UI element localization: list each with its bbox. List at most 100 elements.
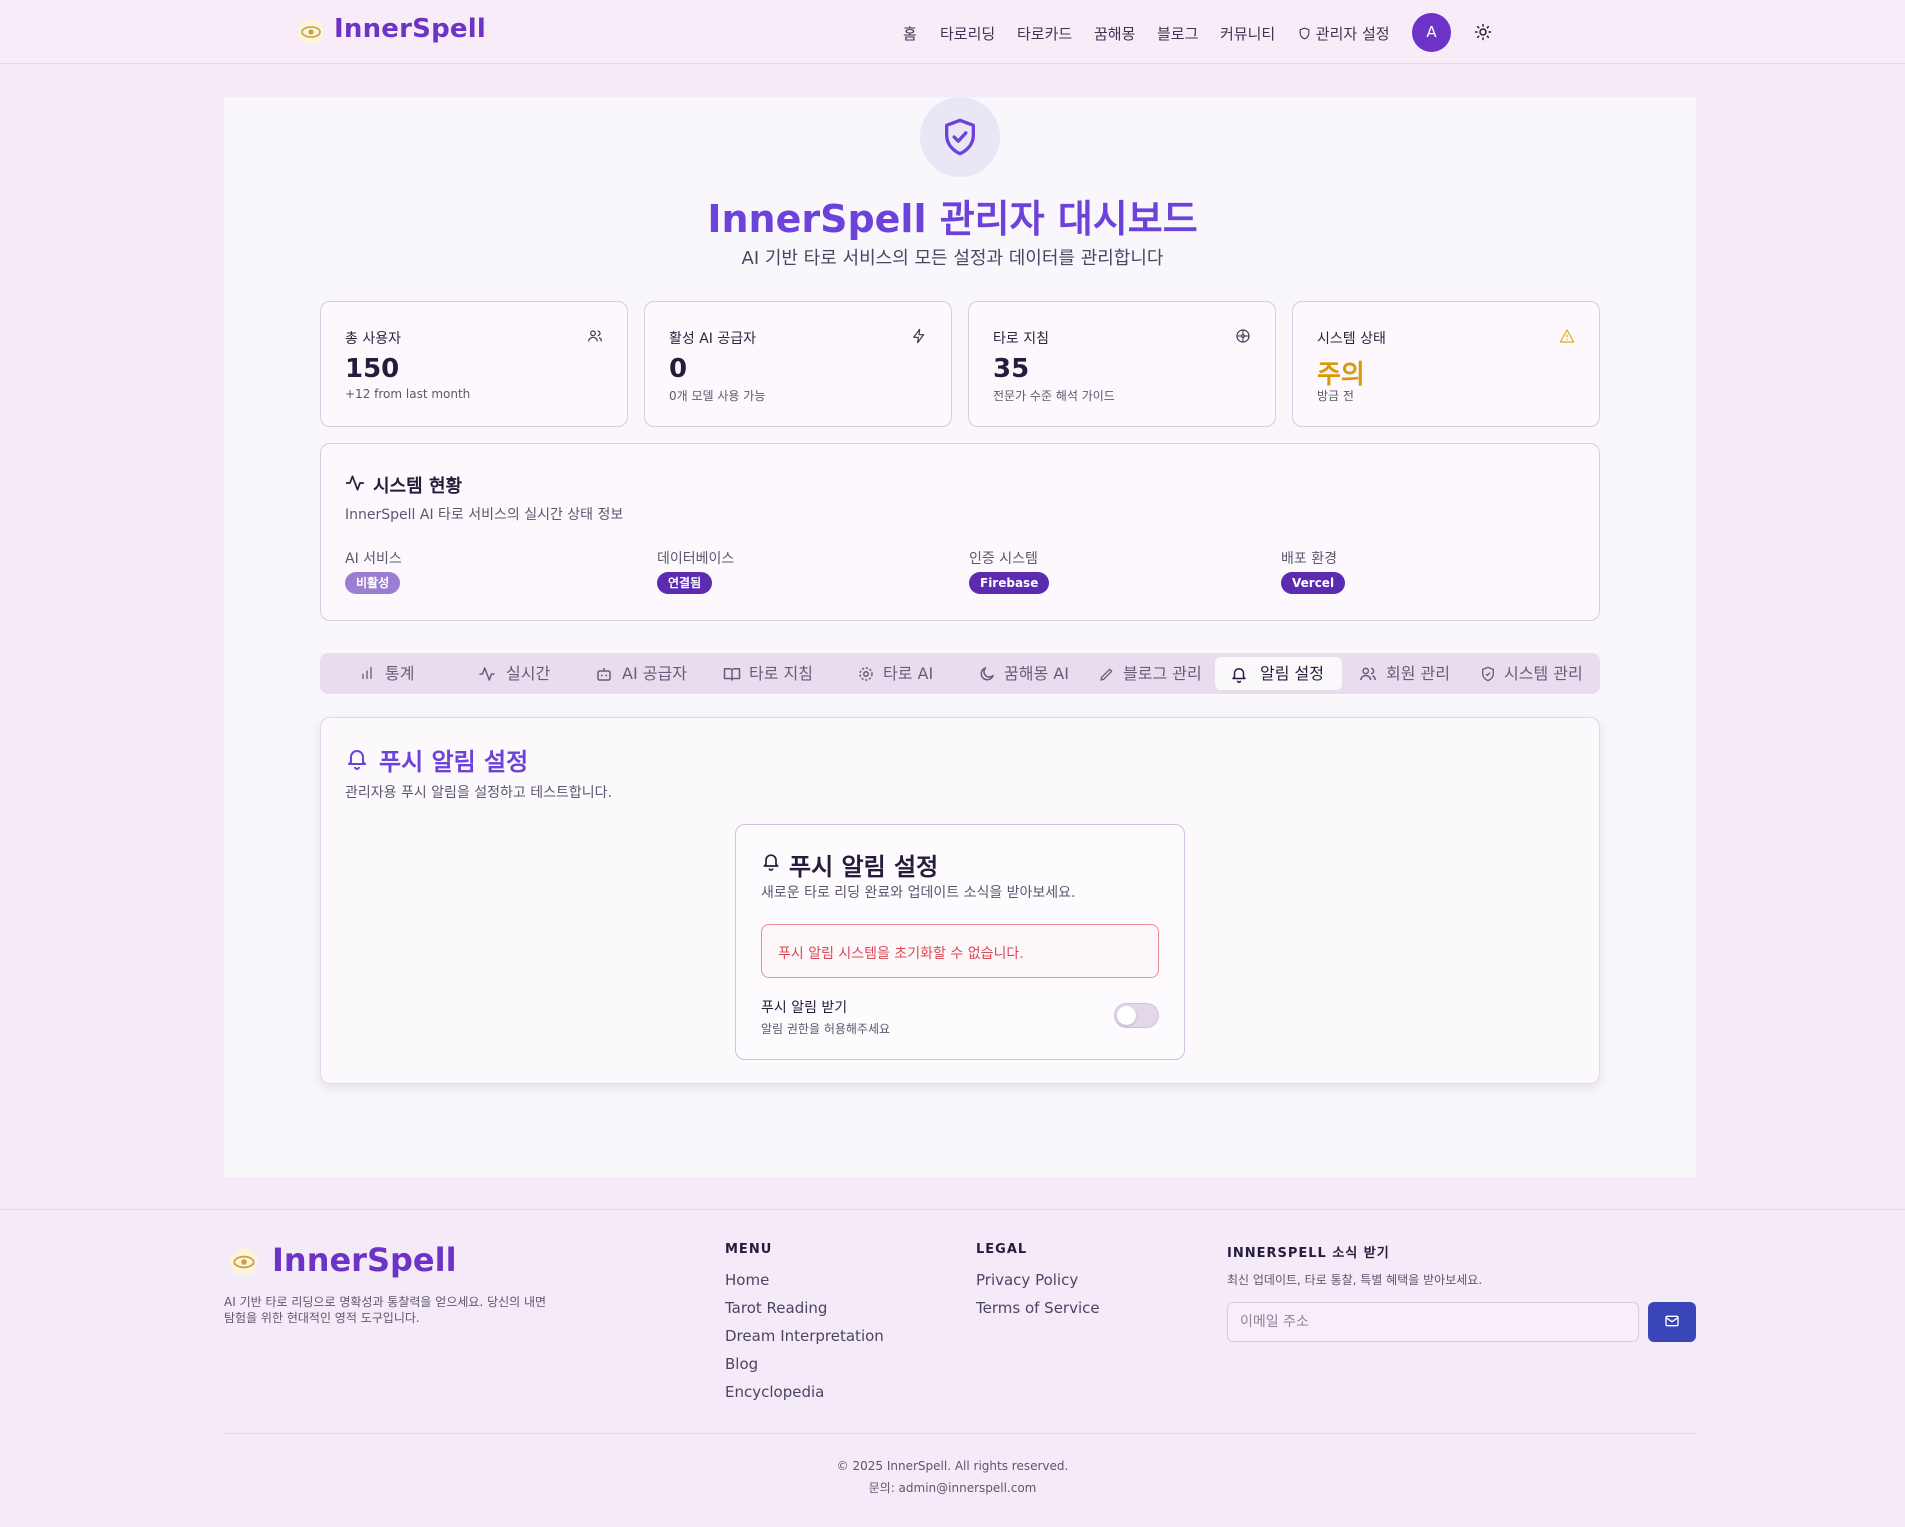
newsletter-email-input[interactable] [1227, 1302, 1639, 1342]
nav-home[interactable]: 홈 [903, 23, 917, 44]
shield-icon [1482, 666, 1494, 682]
nav-dream[interactable]: 꿈해몽 [1094, 23, 1135, 44]
dharma-wheel-icon [1236, 329, 1250, 343]
nav-tarot-cards[interactable]: 타로카드 [1017, 23, 1072, 44]
stat-value: 35 [993, 354, 1030, 384]
activity-icon [345, 475, 365, 491]
status-badge: 연결됨 [657, 572, 713, 594]
tab-system-management[interactable]: 시스템 관리 [1480, 657, 1595, 690]
footer-link-privacy[interactable]: Privacy Policy [976, 1271, 1078, 1289]
system-status-card: 시스템 현황 InnerSpell AI 타로 서비스의 실시간 상태 정보 A… [320, 443, 1600, 621]
toggle-knob [1117, 1006, 1136, 1025]
stat-label: 시스템 상태 [1317, 331, 1386, 347]
footer-logo-eye-icon[interactable] [230, 1248, 258, 1276]
tab-label: 블로그 관리 [1123, 664, 1202, 683]
status-item-name: 인증 시스템 [969, 551, 1038, 567]
tab-stats[interactable]: 통계 [359, 657, 419, 690]
footer-link-blog[interactable]: Blog [725, 1355, 758, 1373]
tab-label: 꿈해몽 AI [1004, 664, 1069, 683]
stat-card-tarot-guidelines: 타로 지침 35 전문가 수준 해석 가이드 [968, 301, 1276, 427]
gear-icon [859, 667, 873, 681]
book-open-icon [723, 668, 741, 681]
stat-value: 150 [345, 354, 400, 384]
bell-icon [763, 854, 779, 871]
stat-note: 전문가 수준 해석 가이드 [993, 389, 1115, 403]
error-message: 푸시 알림 시스템을 초기화할 수 없습니다. [778, 946, 1024, 962]
push-notification-toggle[interactable] [1114, 1003, 1159, 1028]
stat-value-warning: 주의 [1317, 360, 1365, 390]
contact-email: 문의: admin@innerspell.com [868, 1481, 1037, 1495]
status-item-name: AI 서비스 [345, 551, 402, 567]
logo-eye-icon[interactable] [298, 19, 324, 45]
zap-icon [913, 328, 925, 344]
footer-legal-heading: LEGAL [976, 1242, 1028, 1257]
stat-label: 총 사용자 [345, 331, 401, 347]
bar-chart-icon [362, 667, 372, 679]
tab-tarot-guidelines[interactable]: 타로 지침 [723, 657, 823, 690]
footer-link-encyclopedia[interactable]: Encyclopedia [725, 1383, 824, 1401]
copyright: © 2025 InnerSpell. All rights reserved. [836, 1459, 1069, 1473]
tab-realtime[interactable]: 실시간 [478, 657, 558, 690]
stat-card-system-status: 시스템 상태 주의 방금 전 [1292, 301, 1600, 427]
users-icon [1360, 667, 1376, 681]
tab-label: 알림 설정 [1260, 664, 1324, 683]
stat-note: 0개 모델 사용 가능 [669, 389, 766, 403]
shield-icon [1299, 27, 1310, 40]
sun-icon[interactable] [1474, 23, 1492, 41]
user-avatar[interactable]: A [1412, 13, 1451, 52]
status-badge: Vercel [1281, 572, 1346, 594]
error-alert: 푸시 알림 시스템을 초기화할 수 없습니다. [761, 924, 1159, 978]
toggle-hint: 알림 권한을 허용해주세요 [761, 1022, 891, 1036]
status-badge: Firebase [969, 572, 1050, 594]
brand-name[interactable]: InnerSpell [334, 14, 486, 44]
stat-card-total-users: 총 사용자 150 +12 from last month [320, 301, 628, 427]
top-navbar: InnerSpell 홈 타로리딩 타로카드 꿈해몽 블로그 커뮤니티 관리자 … [0, 0, 1905, 64]
footer-divider [224, 1433, 1696, 1434]
tab-blog-management[interactable]: 블로그 관리 [1099, 657, 1219, 690]
footer-link-home[interactable]: Home [725, 1271, 769, 1289]
bell-icon [348, 750, 366, 770]
shield-check-icon [945, 118, 975, 156]
tab-label: 통계 [385, 664, 415, 683]
pen-tool-icon [1100, 668, 1113, 681]
tab-dream-ai[interactable]: 꿈해몽 AI [978, 657, 1078, 690]
status-database: 데이터베이스 연결됨 [657, 548, 735, 594]
footer-menu-heading: MENU [725, 1242, 773, 1257]
nav-tarot-reading[interactable]: 타로리딩 [940, 23, 995, 44]
admin-tabs: 통계 실시간 AI 공급자 타로 지침 타로 AI 꿈해몽 AI 블로그 관리 … [320, 653, 1600, 694]
footer-link-dream[interactable]: Dream Interpretation [725, 1327, 884, 1345]
status-badge: 비활성 [345, 572, 401, 594]
tab-label: 시스템 관리 [1504, 664, 1583, 683]
users-icon [588, 330, 602, 342]
newsletter-submit-button[interactable] [1648, 1302, 1696, 1342]
nav-admin-label: 관리자 설정 [1315, 25, 1390, 43]
footer-link-terms[interactable]: Terms of Service [976, 1299, 1100, 1317]
bot-icon [597, 668, 611, 681]
nav-community[interactable]: 커뮤니티 [1220, 23, 1275, 44]
tab-label: 타로 지침 [749, 664, 813, 683]
stat-note: +12 from last month [345, 387, 471, 401]
footer-newsletter-desc: 최신 업데이트, 타로 통찰, 특별 혜택을 받아보세요. [1227, 1273, 1483, 1287]
tab-label: 타로 AI [883, 664, 934, 683]
nav-admin-settings[interactable]: 관리자 설정 [1298, 23, 1390, 44]
tab-member-management[interactable]: 회원 관리 [1359, 657, 1459, 690]
footer-brand[interactable]: InnerSpell [272, 1241, 457, 1279]
push-section-desc: 관리자용 푸시 알림을 설정하고 테스트합니다. [345, 785, 612, 801]
nav-blog[interactable]: 블로그 [1157, 23, 1198, 44]
tab-ai-providers[interactable]: AI 공급자 [595, 657, 695, 690]
status-item-name: 데이터베이스 [657, 551, 735, 567]
stat-value: 0 [669, 354, 688, 384]
stat-label: 타로 지침 [993, 331, 1049, 347]
page-subtitle: AI 기반 타로 서비스의 모든 설정과 데이터를 관리합니다 [741, 248, 1164, 269]
system-status-desc: InnerSpell AI 타로 서비스의 실시간 상태 정보 [345, 507, 624, 523]
tab-notification-settings[interactable]: 알림 설정 [1215, 657, 1342, 690]
mail-icon [1665, 1315, 1679, 1326]
tab-label: AI 공급자 [622, 664, 687, 683]
push-card-title: 푸시 알림 설정 [789, 853, 939, 881]
moon-icon [980, 667, 994, 681]
stat-note: 방금 전 [1317, 389, 1354, 403]
tab-label: 실시간 [506, 664, 551, 683]
stat-label: 활성 AI 공급자 [669, 331, 757, 347]
footer-link-tarot-reading[interactable]: Tarot Reading [725, 1299, 827, 1317]
tab-tarot-ai[interactable]: 타로 AI [857, 657, 947, 690]
